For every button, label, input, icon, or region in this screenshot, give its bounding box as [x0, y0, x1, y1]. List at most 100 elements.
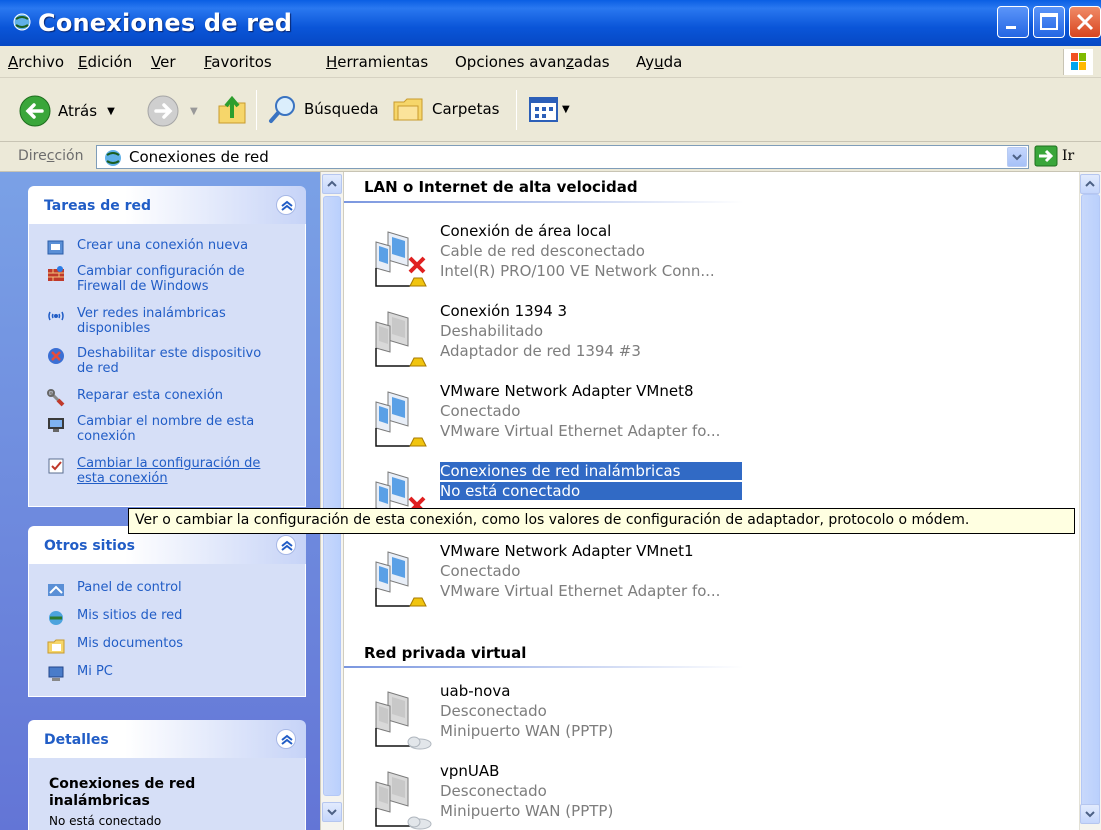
toolbar-separator	[256, 90, 257, 130]
place-network-places[interactable]: Mis sitios de red	[47, 608, 182, 627]
connection-name: Conexión 1394 3	[440, 302, 568, 320]
back-button[interactable]: Atrás ▼	[18, 94, 115, 128]
group-header-lan: LAN o Internet de alta velocidad	[364, 178, 638, 196]
network-connection-icon	[375, 551, 427, 607]
collapse-chevron-icon[interactable]	[276, 195, 296, 215]
tooltip: Ver o cambiar la configuración de esta c…	[128, 508, 1075, 534]
group-header-vpn: Red privada virtual	[364, 644, 527, 662]
collapse-chevron-icon[interactable]	[276, 729, 296, 749]
network-places-icon	[49, 611, 63, 625]
connection-name: VMware Network Adapter VMnet8	[440, 382, 694, 400]
task-create-connection[interactable]: Crear una conexión nueva	[47, 238, 248, 257]
network-tasks-header[interactable]: Tareas de red	[28, 186, 306, 224]
my-documents-icon	[47, 639, 65, 654]
connection-status: No está conectado	[440, 482, 742, 500]
task-change-settings[interactable]: Cambiar la configuración de esta conexió…	[47, 456, 267, 486]
connection-item[interactable]: VMware Network Adapter VMnet8 Conectado VM…	[370, 382, 750, 462]
place-control-panel[interactable]: Panel de control	[47, 580, 182, 599]
connection-device: Adaptador de red 1394 #3	[440, 342, 641, 360]
task-view-wireless[interactable]: Ver redes inalámbricas disponibles	[47, 306, 247, 336]
details-name: Conexiones de red inalámbricas	[49, 776, 196, 809]
scroll-up-button[interactable]	[1080, 174, 1100, 194]
connections-list: LAN o Internet de alta velocidad Conexió…	[344, 172, 1079, 830]
scroll-down-button[interactable]	[1080, 804, 1100, 824]
rename-icon	[48, 418, 64, 432]
back-arrow-icon	[19, 95, 51, 127]
other-places-panel: Otros sitios Panel de control Mis sitios…	[28, 526, 306, 697]
network-connection-icon	[375, 771, 432, 830]
connection-name: Conexión de área local	[440, 222, 612, 240]
menu-ver[interactable]: Ver	[151, 53, 176, 71]
maximize-button[interactable]	[1033, 6, 1065, 38]
repair-icon	[47, 389, 65, 407]
toolbar-separator	[516, 90, 517, 130]
details-status: No está conectado	[49, 814, 162, 828]
connection-item[interactable]: Conexión de área local Cable de red desco…	[370, 222, 750, 302]
collapse-chevron-icon[interactable]	[276, 535, 296, 555]
go-button[interactable]: Ir	[1034, 145, 1074, 167]
connection-name: VMware Network Adapter VMnet1	[440, 542, 694, 560]
forward-arrow-icon	[147, 95, 179, 127]
properties-icon	[48, 458, 64, 474]
menu-opciones-avanzadas[interactable]: Opciones avanzadas	[455, 53, 610, 71]
connection-item[interactable]: vpnUAB Desconectado Minipuerto WAN (PPTP)	[370, 762, 750, 830]
task-repair-connection[interactable]: Reparar esta conexión	[47, 388, 223, 407]
up-folder-button[interactable]	[216, 92, 248, 126]
scroll-up-button[interactable]	[322, 174, 342, 194]
connection-device: VMware Virtual Ethernet Adapter fo...	[440, 582, 721, 600]
search-button[interactable]: Búsqueda	[268, 94, 379, 124]
forward-dropdown-icon[interactable]: ▼	[190, 106, 198, 117]
address-dropdown-button[interactable]	[1007, 147, 1027, 167]
main-scrollbar[interactable]	[1079, 172, 1101, 830]
chevron-up-icon	[327, 180, 337, 187]
left-scroll-thumb[interactable]	[323, 196, 341, 796]
chevron-down-icon	[1085, 811, 1095, 818]
chevron-down-icon	[327, 809, 337, 816]
menu-archivo[interactable]: Archivo	[8, 53, 64, 71]
windows-logo-icon	[1063, 49, 1093, 75]
firewall-icon	[48, 266, 64, 281]
menu-favoritos[interactable]: Favoritos	[204, 53, 272, 71]
connection-device: Minipuerto WAN (PPTP)	[440, 802, 614, 820]
task-disable-device[interactable]: Deshabilitar este dispositivo de red	[47, 346, 262, 376]
my-computer-icon	[48, 666, 64, 681]
network-tasks-panel: Tareas de red Crear una conexión nueva C…	[28, 186, 306, 507]
task-pane: Tareas de red Crear una conexión nueva C…	[0, 172, 320, 830]
search-icon	[269, 96, 295, 123]
left-pane-scrollbar[interactable]	[320, 172, 344, 830]
connection-status: Desconectado	[440, 702, 547, 720]
connection-status: Conectado	[440, 562, 521, 580]
address-field[interactable]: Conexiones de red	[96, 145, 1029, 169]
minimize-button[interactable]	[997, 6, 1029, 38]
close-button[interactable]	[1069, 6, 1101, 38]
forward-button[interactable]: ▼	[146, 94, 198, 128]
address-label: Dirección	[18, 148, 84, 164]
menu-ayuda[interactable]: Ayuda	[636, 53, 682, 71]
views-button[interactable]: ▼	[528, 94, 570, 124]
connection-item[interactable]: Conexión 1394 3 Deshabilitado Adaptador de…	[370, 302, 750, 382]
wireless-icon	[48, 311, 64, 321]
group-divider	[344, 201, 744, 203]
maximize-icon	[1040, 13, 1058, 30]
control-panel-icon	[48, 584, 64, 596]
connection-item[interactable]: uab-nova Desconectado Minipuerto WAN (PPTP…	[370, 682, 750, 762]
new-connection-icon	[47, 240, 64, 255]
connection-status: Conectado	[440, 402, 521, 420]
connection-item[interactable]: VMware Network Adapter VMnet1 Conectado VM…	[370, 542, 750, 622]
back-dropdown-icon[interactable]: ▼	[107, 106, 115, 117]
menu-bar: Archivo Edición Ver Favoritos Herramient…	[0, 46, 1101, 78]
network-connections-icon	[105, 150, 121, 166]
connection-device: Minipuerto WAN (PPTP)	[440, 722, 614, 740]
folders-button[interactable]: Carpetas	[392, 94, 499, 124]
place-my-documents[interactable]: Mis documentos	[47, 636, 183, 655]
place-my-computer[interactable]: Mi PC	[47, 664, 113, 683]
main-scroll-thumb[interactable]	[1081, 194, 1100, 808]
menu-herramientas[interactable]: Herramientas	[326, 53, 428, 71]
disable-device-icon	[48, 348, 64, 364]
menu-edicion[interactable]: Edición	[78, 53, 132, 71]
details-header[interactable]: Detalles	[28, 720, 306, 758]
scroll-down-button[interactable]	[322, 802, 342, 822]
connection-device: Intel(R) PRO/100 VE Network Conn...	[440, 262, 715, 280]
task-rename-connection[interactable]: Cambiar el nombre de esta conexión	[47, 414, 262, 444]
task-firewall[interactable]: Cambiar configuración de Firewall de Win…	[47, 264, 247, 294]
